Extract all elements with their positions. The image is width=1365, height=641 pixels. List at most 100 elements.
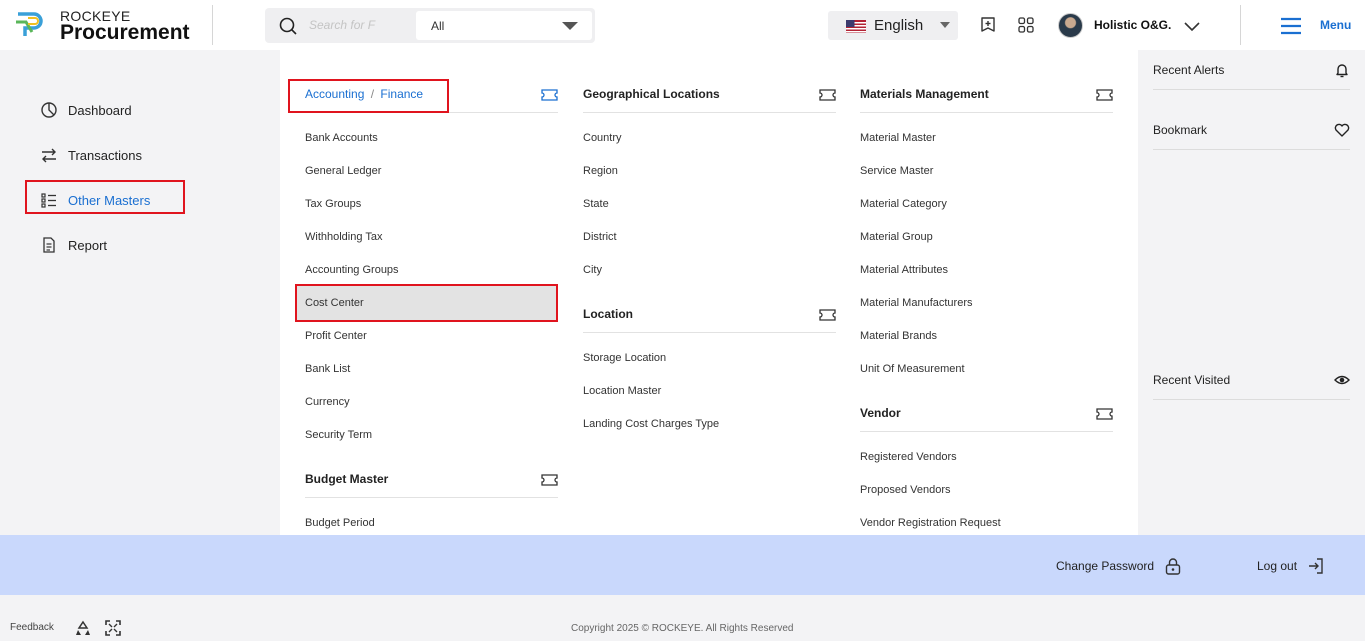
menu-link-location-master[interactable]: Location Master xyxy=(583,385,661,397)
log-out-label: Log out xyxy=(1257,559,1298,573)
highlight-box-accounting-finance xyxy=(288,79,449,113)
menu-label[interactable]: Menu xyxy=(1320,18,1351,32)
logout-icon xyxy=(1309,558,1323,574)
highlight-box-cost-center xyxy=(295,284,558,322)
menu-link-tax-groups[interactable]: Tax Groups xyxy=(305,198,361,210)
change-password-button[interactable]: Change Password xyxy=(1056,557,1182,575)
menu-link-storage-location[interactable]: Storage Location xyxy=(583,352,666,364)
menu-link-proposed-vendors[interactable]: Proposed Vendors xyxy=(860,484,951,496)
menu-link-bank-accounts[interactable]: Bank Accounts xyxy=(305,132,378,144)
menu-link-accounting-groups[interactable]: Accounting Groups xyxy=(305,264,399,276)
refresh-recycle-icon[interactable] xyxy=(75,620,91,636)
us-flag-icon xyxy=(846,20,866,33)
ticket-icon[interactable] xyxy=(1096,89,1113,101)
menu-link-city[interactable]: City xyxy=(583,264,602,276)
add-bookmark-icon[interactable] xyxy=(979,16,997,34)
menu-link-material-group[interactable]: Material Group xyxy=(860,231,933,243)
header-divider xyxy=(212,5,213,45)
recent-alerts-label: Recent Alerts xyxy=(1153,63,1225,77)
feedback-link[interactable]: Feedback xyxy=(10,622,54,633)
bookmark-item[interactable]: Bookmark xyxy=(1153,110,1350,150)
transfer-arrows-icon xyxy=(42,148,56,163)
menu-link-material-manufacturers[interactable]: Material Manufacturers xyxy=(860,297,973,309)
sidebar-item-transactions[interactable]: Transactions xyxy=(40,145,142,165)
global-search: All xyxy=(265,8,595,43)
header-divider xyxy=(1240,5,1241,45)
menu-link-material-attributes[interactable]: Material Attributes xyxy=(860,264,948,276)
brand-name: Procurement xyxy=(60,21,190,44)
section-header-location: Location xyxy=(583,298,836,333)
caret-down-icon xyxy=(562,22,578,30)
sidebar-item-label: Dashboard xyxy=(68,102,132,118)
log-out-button[interactable]: Log out xyxy=(1257,557,1325,575)
ticket-icon[interactable] xyxy=(819,309,836,321)
recent-visited-item[interactable]: Recent Visited xyxy=(1153,360,1350,400)
ticket-icon[interactable] xyxy=(541,89,558,101)
menu-link-vendor-registration-request[interactable]: Vendor Registration Request xyxy=(860,517,1001,529)
menu-link-material-master[interactable]: Material Master xyxy=(860,132,936,144)
menu-link-state[interactable]: State xyxy=(583,198,609,210)
menu-link-withholding-tax[interactable]: Withholding Tax xyxy=(305,231,382,243)
user-name[interactable]: Holistic O&G. xyxy=(1094,18,1171,32)
menu-link-budget-period[interactable]: Budget Period xyxy=(305,517,375,529)
sidebar-item-label: Report xyxy=(68,237,108,253)
search-input[interactable] xyxy=(309,14,379,36)
section-header-materials-management: Materials Management xyxy=(860,78,1113,113)
menu-link-general-ledger[interactable]: General Ledger xyxy=(305,165,381,177)
menu-column-geography: Geographical Locations Country Region St… xyxy=(583,50,836,535)
menu-link-bank-list[interactable]: Bank List xyxy=(305,363,350,375)
section-title-location[interactable]: Location xyxy=(583,307,633,321)
menu-link-service-master[interactable]: Service Master xyxy=(860,165,933,177)
account-action-bar: Change Password Log out xyxy=(0,535,1365,595)
menu-link-registered-vendors[interactable]: Registered Vendors xyxy=(860,451,957,463)
chevron-down-icon[interactable] xyxy=(1183,17,1201,35)
menu-link-unit-of-measurement[interactable]: Unit Of Measurement xyxy=(860,363,965,375)
menu-link-material-brands[interactable]: Material Brands xyxy=(860,330,937,342)
menu-link-region[interactable]: Region xyxy=(583,165,618,177)
user-avatar[interactable] xyxy=(1058,13,1083,38)
lock-icon xyxy=(1165,558,1181,575)
bookmark-label: Bookmark xyxy=(1153,123,1208,137)
highlight-box-other-masters xyxy=(25,180,185,214)
eye-icon[interactable] xyxy=(1334,372,1350,388)
section-header-geographical-locations: Geographical Locations xyxy=(583,78,836,113)
menu-link-landing-cost-charges-type[interactable]: Landing Cost Charges Type xyxy=(583,418,719,430)
bell-icon[interactable] xyxy=(1334,62,1350,78)
ticket-icon[interactable] xyxy=(1096,408,1113,420)
section-header-vendor: Vendor xyxy=(860,397,1113,432)
sidebar-item-report[interactable]: Report xyxy=(40,235,107,255)
document-icon xyxy=(43,237,55,253)
recent-alerts-item[interactable]: Recent Alerts xyxy=(1153,50,1350,90)
caret-down-icon xyxy=(940,22,950,28)
search-scope-select[interactable]: All xyxy=(416,11,592,40)
menu-column-materials: Materials Management Material Master Ser… xyxy=(860,50,1113,535)
section-title-materials-management[interactable]: Materials Management xyxy=(860,87,989,101)
search-scope-value: All xyxy=(431,19,445,33)
section-title-geographical-locations[interactable]: Geographical Locations xyxy=(583,87,720,101)
top-header: ROCKEYE Procurement All English xyxy=(0,0,1365,50)
sidebar-item-label: Transactions xyxy=(68,147,142,163)
sidebar-item-dashboard[interactable]: Dashboard xyxy=(40,100,132,120)
right-panel: Recent Alerts Bookmark Recent Visited xyxy=(1138,50,1365,518)
menu-link-profit-center[interactable]: Profit Center xyxy=(305,330,367,342)
section-title-budget-master[interactable]: Budget Master xyxy=(305,472,388,486)
language-select[interactable]: English xyxy=(828,11,958,40)
heart-icon[interactable] xyxy=(1334,122,1350,138)
apps-grid-icon[interactable] xyxy=(1017,16,1035,34)
search-icon[interactable] xyxy=(279,17,297,35)
fullscreen-icon[interactable] xyxy=(105,620,121,636)
recent-visited-label: Recent Visited xyxy=(1153,373,1231,387)
rockeye-logo-icon[interactable] xyxy=(14,10,46,40)
section-header-budget-master: Budget Master xyxy=(305,463,558,498)
change-password-label: Change Password xyxy=(1056,559,1155,573)
menu-link-country[interactable]: Country xyxy=(583,132,622,144)
menu-link-security-term[interactable]: Security Term xyxy=(305,429,372,441)
copyright-text: Copyright 2025 © ROCKEYE. All Rights Res… xyxy=(571,623,794,634)
menu-link-district[interactable]: District xyxy=(583,231,617,243)
menu-link-material-category[interactable]: Material Category xyxy=(860,198,947,210)
ticket-icon[interactable] xyxy=(541,474,558,486)
hamburger-menu-icon[interactable] xyxy=(1280,17,1302,35)
ticket-icon[interactable] xyxy=(819,89,836,101)
section-title-vendor[interactable]: Vendor xyxy=(860,406,901,420)
menu-link-currency[interactable]: Currency xyxy=(305,396,350,408)
